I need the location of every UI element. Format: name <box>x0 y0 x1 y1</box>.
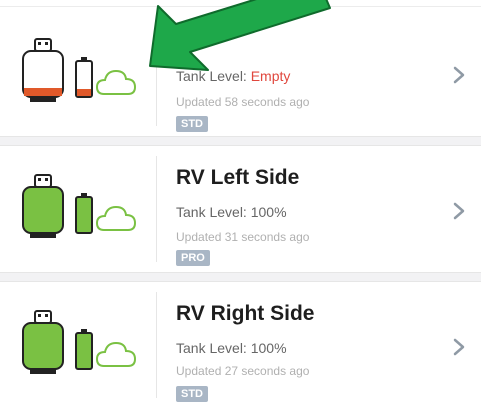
updated-time: Updated 27 seconds ago <box>176 364 310 378</box>
tank-level: Tank Level: 100% <box>176 340 287 356</box>
tank-name: RV Left Side <box>176 166 300 189</box>
row-separator <box>0 136 481 146</box>
tank-row-3[interactable]: RV Right Side Tank Level: 100% Updated 2… <box>0 282 481 408</box>
chevron-right-icon[interactable] <box>452 65 466 85</box>
chevron-right-icon[interactable] <box>452 337 466 357</box>
row-separator <box>0 272 481 282</box>
tank-name: RV Right Side <box>176 302 315 325</box>
tank-type-badge: STD <box>176 386 208 402</box>
tank-type-badge: STD <box>176 116 208 132</box>
tank-level-label: Tank Level: <box>176 204 251 220</box>
cloud-icon <box>95 205 137 231</box>
row-divider <box>156 292 157 398</box>
tank-level: Tank Level: 100% <box>176 204 287 220</box>
annotation-arrow-icon <box>149 0 331 71</box>
tank-status-icons <box>18 174 143 244</box>
tank-status-icons <box>18 38 143 108</box>
tank-level-value: 100% <box>250 340 287 356</box>
propane-tank-icon <box>22 310 64 374</box>
row-divider <box>156 156 157 262</box>
chevron-right-icon[interactable] <box>452 201 466 221</box>
propane-tank-icon <box>22 174 64 238</box>
cloud-icon <box>95 341 137 367</box>
propane-tank-icon <box>22 38 64 102</box>
battery-icon <box>75 329 93 370</box>
updated-time: Updated 58 seconds ago <box>176 95 310 109</box>
tank-level-label: Tank Level: <box>176 340 251 356</box>
tank-status-icons <box>18 310 143 380</box>
cloud-icon <box>95 69 137 95</box>
battery-icon <box>75 57 93 98</box>
tank-level-value: 100% <box>250 204 287 220</box>
updated-time: Updated 31 seconds ago <box>176 230 310 244</box>
tank-row-2[interactable]: RV Left Side Tank Level: 100% Updated 31… <box>0 146 481 272</box>
tank-type-badge: PRO <box>176 250 210 266</box>
battery-icon <box>75 193 93 234</box>
